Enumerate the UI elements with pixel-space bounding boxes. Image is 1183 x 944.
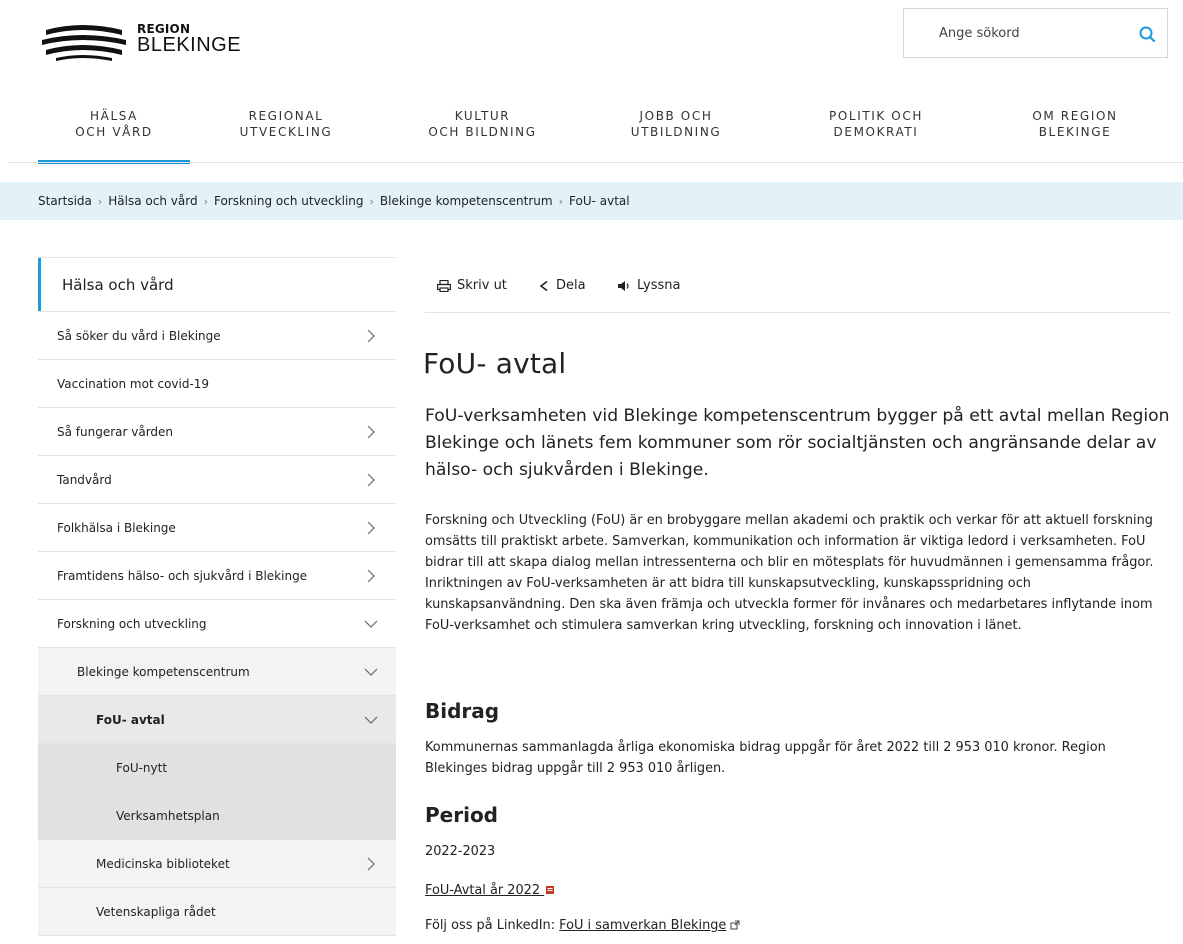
chevron-right-icon[interactable] xyxy=(364,408,378,456)
chevron-right-icon[interactable] xyxy=(364,840,378,888)
sidebar-item-label: Så söker du vård i Blekinge xyxy=(57,329,221,343)
sidebar-item-label: Medicinska biblioteket xyxy=(96,857,230,871)
nav-label-line2: utbildning xyxy=(630,125,722,139)
chevron-down-icon[interactable] xyxy=(364,696,378,744)
nav-label-line2: demokrati xyxy=(833,125,919,139)
follow-prefix: Följ oss på LinkedIn: xyxy=(425,918,560,933)
search-input[interactable] xyxy=(904,9,1119,57)
listen-button[interactable]: Lyssna xyxy=(617,278,681,293)
nav-label-line1: Kultur xyxy=(454,109,511,123)
nav-label-line2: utveckling xyxy=(239,125,333,139)
sidebar-item-label: Så fungerar vården xyxy=(57,425,174,439)
page-tools: Skriv ut Dela Lyssna xyxy=(425,257,1170,313)
sidebar-item-label: Folkhälsa i Blekinge xyxy=(57,521,176,535)
speaker-icon xyxy=(618,280,629,291)
sidebar-item-label: Framtidens hälso- och sjukvård i Bleking… xyxy=(57,569,308,583)
sidebar-item-sa-fungerar-varden[interactable]: Så fungerar vården xyxy=(38,408,396,456)
chevron-right-icon[interactable] xyxy=(364,552,378,600)
nav-regional-utveckling[interactable]: Regional utveckling xyxy=(206,108,366,162)
lead-paragraph: FoU-verksamheten vid Blekinge kompetensc… xyxy=(425,406,1170,480)
listen-label: Lyssna xyxy=(637,278,681,293)
nav-halsa-och-vard[interactable]: Hälsa och vård xyxy=(38,108,190,164)
breadcrumb-separator-icon: › xyxy=(369,195,374,208)
sidebar-item-vetenskapliga-radet[interactable]: Vetenskapliga rådet xyxy=(38,888,396,936)
sidebar-item-label: Verksamhetsplan xyxy=(116,809,220,823)
region-blekinge-logo[interactable]: REGION BLEKINGE xyxy=(42,22,252,64)
linkedin-link[interactable]: FoU i samverkan Blekinge xyxy=(559,918,726,933)
breadcrumb-separator-icon: › xyxy=(558,195,563,208)
search-icon xyxy=(1139,26,1156,43)
pdf-icon xyxy=(546,886,555,894)
nav-kultur-och-bildning[interactable]: Kultur och bildning xyxy=(400,108,565,162)
share-button[interactable]: Dela xyxy=(538,278,586,293)
share-icon xyxy=(539,280,548,291)
sidebar-item-label: Tandvård xyxy=(57,473,112,487)
nav-label-line2: och bildning xyxy=(428,125,537,139)
body-paragraph: Forskning och Utveckling (FoU) är en bro… xyxy=(425,513,1154,633)
nav-politik-och-demokrati[interactable]: Politik och demokrati xyxy=(795,108,957,162)
sidebar-item-label: FoU- avtal xyxy=(96,713,165,727)
nav-divider xyxy=(8,162,1183,163)
sidebar-item-label: FoU-nytt xyxy=(116,761,168,775)
sidebar-item-medicinska-biblioteket[interactable]: Medicinska biblioteket xyxy=(38,840,396,888)
print-label: Skriv ut xyxy=(457,278,507,293)
sidebar-item-label: Blekinge kompetenscentrum xyxy=(77,665,250,679)
share-label: Dela xyxy=(556,278,586,293)
breadcrumb-separator-icon: › xyxy=(97,195,103,208)
search-button[interactable] xyxy=(1137,23,1159,45)
sidebar-item-vaccination[interactable]: Vaccination mot covid-19 xyxy=(38,360,396,408)
breadcrumb: Startsida › Hälsa och vård › Forskning och u… xyxy=(0,182,1183,220)
heading-period: Period xyxy=(425,803,498,827)
search-box xyxy=(903,8,1168,58)
chevron-right-icon[interactable] xyxy=(364,312,378,360)
logo-text-blekinge: BLEKINGE xyxy=(137,34,242,56)
nav-label-line1: Om Region xyxy=(1032,109,1118,123)
nav-label-line1: Regional xyxy=(248,109,324,123)
pdf-link-label: FoU-Avtal år 2022 xyxy=(425,883,541,898)
linkedin-follow: Följ oss på LinkedIn: FoU i samverkan Bl… xyxy=(425,918,740,933)
chevron-down-icon[interactable] xyxy=(364,600,378,648)
breadcrumb-forskning[interactable]: Forskning och utveckling xyxy=(214,194,364,208)
chevron-right-icon[interactable] xyxy=(364,456,378,504)
external-link-icon xyxy=(730,920,740,930)
chevron-right-icon[interactable] xyxy=(364,504,378,552)
nav-om-region-blekinge[interactable]: Om Region Blekinge xyxy=(995,108,1155,162)
chevron-down-icon[interactable] xyxy=(364,648,378,696)
sidebar-item-folkhalsa[interactable]: Folkhälsa i Blekinge xyxy=(38,504,396,552)
period-paragraph: 2022-2023 xyxy=(425,844,496,859)
nav-label-line1: Jobb och xyxy=(639,109,713,123)
main-content: Skriv ut Dela Lyssna FoU- avtal FoU-verk… xyxy=(423,257,1170,933)
sidebar-item-label: Vetenskapliga rådet xyxy=(96,905,216,919)
sidebar-heading[interactable]: Hälsa och vård xyxy=(38,257,396,312)
sidebar-item-forskning-och-utveckling[interactable]: Forskning och utveckling xyxy=(38,600,396,648)
sidebar-item-fou-nytt[interactable]: FoU-nytt xyxy=(38,744,396,792)
printer-icon xyxy=(437,279,451,292)
sidebar-item-verksamhetsplan[interactable]: Verksamhetsplan xyxy=(38,792,396,840)
page-title: FoU- avtal xyxy=(423,347,567,380)
sidebar-item-tandvard[interactable]: Tandvård xyxy=(38,456,396,504)
breadcrumb-separator-icon: › xyxy=(203,195,208,208)
breadcrumb-kompetenscentrum[interactable]: Blekinge kompetenscentrum xyxy=(380,194,553,208)
pdf-link-fou-avtal[interactable]: FoU-Avtal år 2022 xyxy=(425,883,555,898)
logo-waves-icon xyxy=(42,25,126,61)
nav-jobb-och-utbildning[interactable]: Jobb och utbildning xyxy=(596,108,756,162)
breadcrumb-startsida[interactable]: Startsida xyxy=(38,194,92,208)
sidebar-item-framtidens-halso-och-sjukvard[interactable]: Framtidens hälso- och sjukvård i Bleking… xyxy=(38,552,396,600)
sidebar-item-fou-avtal[interactable]: FoU- avtal xyxy=(38,696,396,744)
main-navigation: Hälsa och vård Regional utveckling Kultu… xyxy=(0,108,1183,164)
sidebar-item-label: Forskning och utveckling xyxy=(57,617,207,631)
sidebar-item-label: Vaccination mot covid-19 xyxy=(57,377,210,391)
breadcrumb-current: FoU- avtal xyxy=(569,194,630,208)
sidebar-item-blekinge-kompetenscentrum[interactable]: Blekinge kompetenscentrum xyxy=(38,648,396,696)
heading-bidrag: Bidrag xyxy=(425,699,500,723)
bidrag-paragraph: Kommunernas sammanlagda årliga ekonomisk… xyxy=(425,740,1106,776)
sidebar-navigation: Hälsa och vård Så söker du vård i Blekin… xyxy=(38,257,396,936)
nav-label-line2: och vård xyxy=(75,125,153,139)
nav-label-line1: Politik och xyxy=(829,109,923,123)
nav-label-line2: Blekinge xyxy=(1038,125,1112,139)
breadcrumb-halsa-och-vard[interactable]: Hälsa och vård xyxy=(108,194,197,208)
sidebar-item-sa-soker-du-vard[interactable]: Så söker du vård i Blekinge xyxy=(38,312,396,360)
print-button[interactable]: Skriv ut xyxy=(437,278,507,293)
nav-label-line1: Hälsa xyxy=(90,109,138,123)
